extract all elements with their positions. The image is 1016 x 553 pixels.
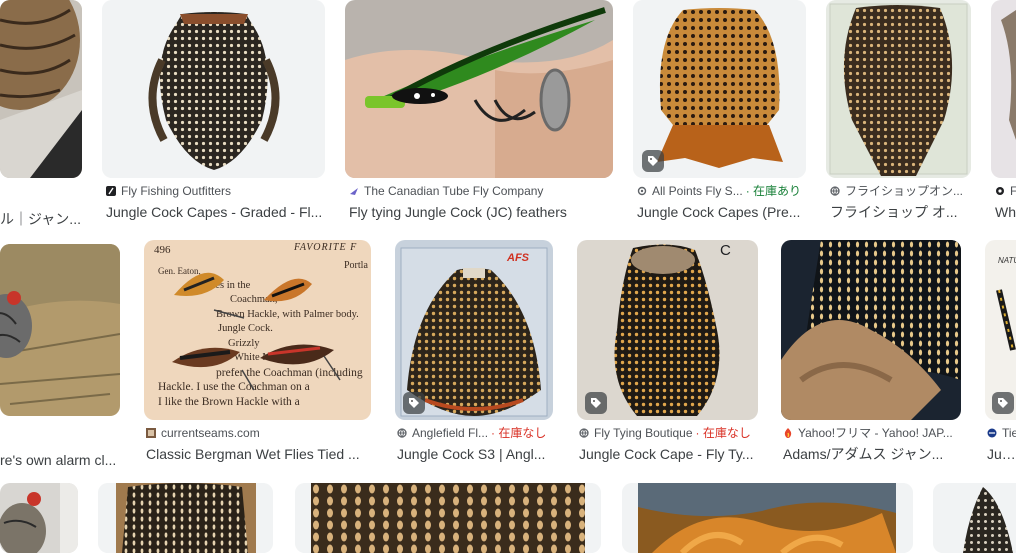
shopping-tag-icon bbox=[403, 392, 425, 414]
result-source[interactable]: Fly Fishing Outfitters bbox=[106, 183, 326, 199]
site-favicon-icon bbox=[349, 186, 359, 196]
result-title[interactable]: Jung bbox=[987, 444, 1016, 464]
result-source[interactable]: F bbox=[995, 183, 1016, 199]
result-image bbox=[991, 0, 1016, 178]
image-result-tile[interactable] bbox=[0, 483, 78, 553]
image-result-tile[interactable]: NATU bbox=[985, 240, 1016, 420]
image-result-tile[interactable] bbox=[102, 0, 325, 178]
site-favicon-icon bbox=[397, 428, 407, 438]
corner-letter: C bbox=[720, 242, 731, 259]
result-title[interactable]: Jungle Cock Cape - Fly Ty... bbox=[579, 444, 759, 464]
image-result-tile[interactable] bbox=[633, 0, 806, 178]
image-result-tile[interactable] bbox=[295, 483, 601, 553]
image-result-tile[interactable] bbox=[98, 483, 273, 553]
site-favicon-icon bbox=[995, 186, 1005, 196]
result-title[interactable]: re's own alarm cl... bbox=[0, 450, 120, 470]
image-result-tile[interactable] bbox=[826, 0, 971, 178]
result-image bbox=[826, 0, 971, 178]
result-source[interactable]: All Points Fly S... · 在庫あり bbox=[637, 183, 807, 199]
wrapper-label-text: AFS bbox=[507, 252, 529, 264]
result-source[interactable]: The Canadian Tube Fly Company bbox=[349, 183, 613, 199]
result-title[interactable]: Jungle Cock Capes (Pre... bbox=[637, 202, 807, 222]
site-favicon-icon bbox=[106, 186, 116, 196]
result-image bbox=[295, 483, 601, 553]
result-title[interactable]: Adams/アダムス ジャン... bbox=[783, 444, 963, 464]
image-result-tile[interactable]: C bbox=[577, 240, 758, 420]
result-image bbox=[98, 483, 273, 553]
result-image bbox=[622, 483, 913, 553]
result-title[interactable]: ル｜ジャン... bbox=[0, 209, 82, 229]
result-image bbox=[345, 0, 613, 178]
result-title[interactable]: Classic Bergman Wet Flies Tied ... bbox=[146, 444, 372, 464]
result-image bbox=[933, 483, 1016, 553]
wet-flies-illustration bbox=[172, 272, 341, 391]
image-result-tile[interactable] bbox=[0, 244, 120, 416]
shopping-tag-icon bbox=[585, 392, 607, 414]
result-title[interactable]: Jungle Cock Capes - Graded - Fl... bbox=[106, 202, 326, 222]
image-result-tile[interactable] bbox=[781, 240, 961, 420]
result-source[interactable]: Fly Tying Boutique · 在庫なし bbox=[579, 425, 759, 441]
result-source[interactable]: フライショップオン... bbox=[830, 183, 972, 199]
site-favicon-icon bbox=[987, 428, 997, 438]
tag-label-text: NATU bbox=[998, 256, 1016, 265]
result-image bbox=[102, 0, 325, 178]
site-favicon-icon bbox=[783, 428, 793, 438]
result-image bbox=[0, 483, 78, 553]
shopping-tag-icon bbox=[642, 150, 664, 172]
result-image bbox=[0, 0, 82, 178]
result-title[interactable]: Fly tying Jungle Cock (JC) feathers bbox=[349, 202, 613, 222]
image-result-tile[interactable] bbox=[991, 0, 1016, 178]
result-image bbox=[0, 244, 120, 416]
result-source[interactable]: Anglefield Fl... · 在庫なし bbox=[397, 425, 553, 441]
site-favicon-icon bbox=[146, 428, 156, 438]
image-result-tile[interactable] bbox=[933, 483, 1016, 553]
result-image: 496 FAVORITE F Portla Gen. Eaton, flies … bbox=[144, 240, 371, 420]
shopping-tag-icon bbox=[992, 392, 1014, 414]
site-favicon-icon bbox=[579, 428, 589, 438]
result-source[interactable]: Tie bbox=[987, 425, 1016, 441]
site-favicon-icon bbox=[637, 186, 647, 196]
result-image bbox=[781, 240, 961, 420]
image-result-tile[interactable] bbox=[622, 483, 913, 553]
result-source[interactable]: Yahoo!フリマ - Yahoo! JAP... bbox=[783, 425, 963, 441]
image-result-tile[interactable]: 496 FAVORITE F Portla Gen. Eaton, flies … bbox=[144, 240, 371, 420]
image-result-tile[interactable]: AFS bbox=[395, 240, 553, 420]
result-title[interactable]: Wh bbox=[995, 202, 1016, 222]
site-favicon-icon bbox=[830, 186, 840, 196]
image-result-tile[interactable] bbox=[0, 0, 82, 178]
result-title[interactable]: フライショップ オ... bbox=[830, 202, 972, 222]
image-result-tile[interactable] bbox=[345, 0, 613, 178]
result-source[interactable]: currentseams.com bbox=[146, 425, 372, 441]
result-title[interactable]: Jungle Cock S3 | Angl... bbox=[397, 444, 553, 464]
